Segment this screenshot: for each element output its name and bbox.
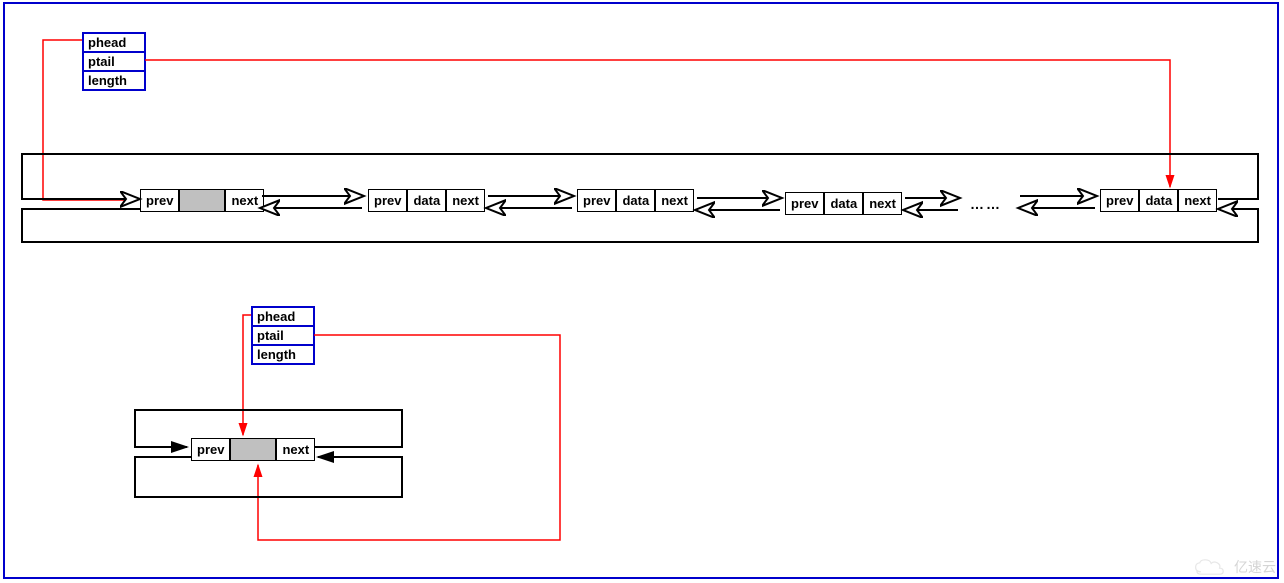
cell-data: data (1139, 189, 1178, 212)
cell-next: next (863, 192, 902, 215)
header-length: length (253, 346, 313, 363)
header-phead: phead (84, 34, 144, 53)
list-header-top: phead ptail length (82, 32, 146, 91)
cell-next: next (446, 189, 485, 212)
watermark-text: 亿速云 (1234, 557, 1276, 577)
cell-prev: prev (1100, 189, 1139, 212)
cell-next: next (276, 438, 315, 461)
node-last: prev data next (1100, 189, 1217, 212)
header-ptail: ptail (253, 327, 313, 346)
header-length: length (84, 72, 144, 89)
node-1: prev data next (368, 189, 485, 212)
cell-prev: prev (785, 192, 824, 215)
cell-data: data (616, 189, 655, 212)
cell-prev: prev (191, 438, 230, 461)
list-header-bottom: phead ptail length (251, 306, 315, 365)
cell-next: next (1178, 189, 1217, 212)
node-2: prev data next (577, 189, 694, 212)
header-phead: phead (253, 308, 313, 327)
cell-data-empty (179, 189, 225, 212)
cell-data: data (824, 192, 863, 215)
cell-data: data (407, 189, 446, 212)
node-3: prev data next (785, 192, 902, 215)
cell-next: next (655, 189, 694, 212)
diagram-frame (3, 2, 1279, 579)
ellipsis: …… (970, 196, 1002, 212)
cell-prev: prev (140, 189, 179, 212)
cell-prev: prev (577, 189, 616, 212)
watermark-logo-icon (1192, 557, 1228, 577)
watermark: 亿速云 (1192, 557, 1276, 577)
cell-data-empty (230, 438, 276, 461)
sentinel-node: prev next (140, 189, 264, 212)
cell-next: next (225, 189, 264, 212)
single-node: prev next (191, 438, 315, 461)
cell-prev: prev (368, 189, 407, 212)
header-ptail: ptail (84, 53, 144, 72)
